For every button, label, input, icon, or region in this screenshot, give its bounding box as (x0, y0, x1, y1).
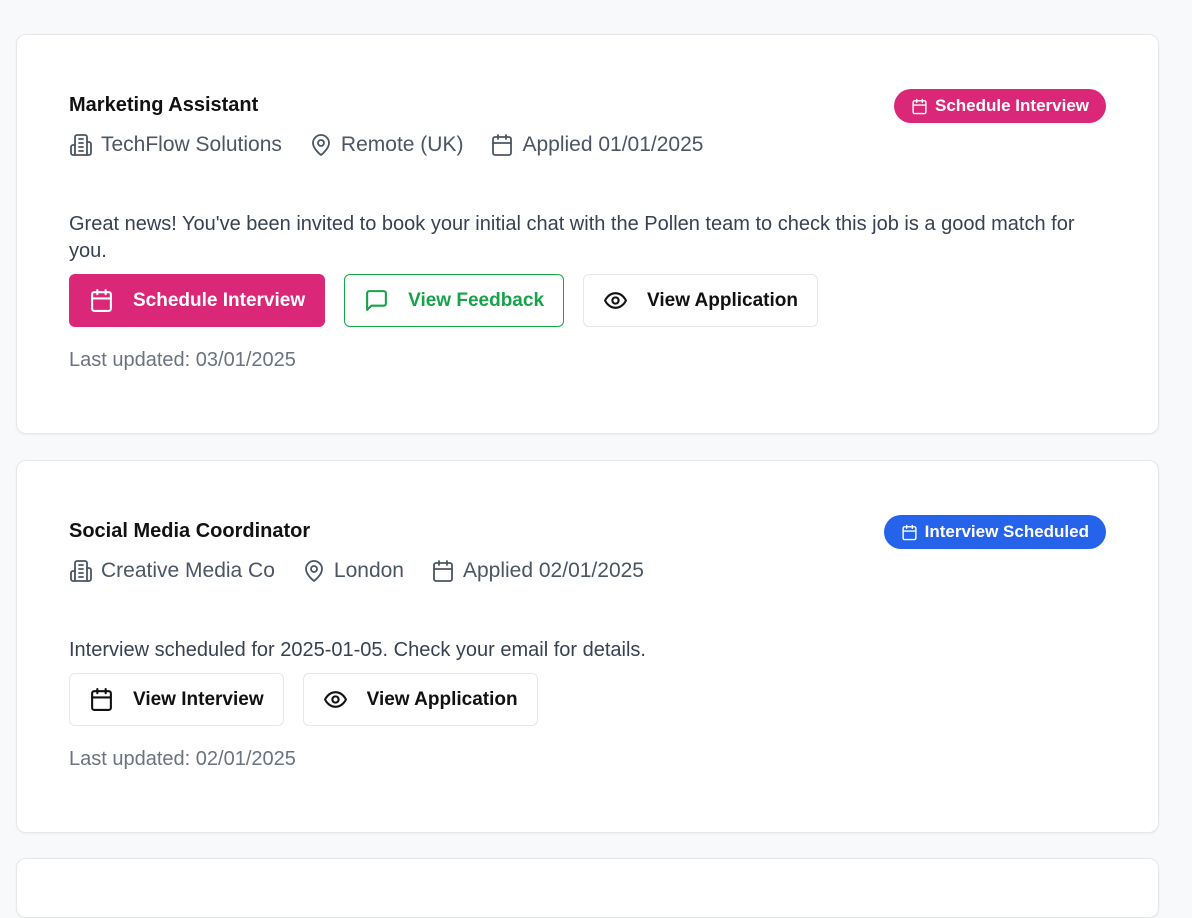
location-text: London (333, 559, 404, 582)
last-updated: Last updated: 03/01/2025 (69, 349, 296, 371)
applied-date-text: Applied 01/01/2025 (522, 133, 704, 156)
status-message: Interview scheduled for 2025-01-05. Chec… (69, 639, 646, 661)
button-label: View Interview (133, 688, 264, 710)
schedule-interview-button[interactable]: Schedule Interview (69, 274, 326, 327)
eye-icon (323, 691, 347, 708)
view-application-button[interactable]: View Application (583, 274, 818, 327)
company: Creative Media Co (69, 557, 275, 585)
building-icon (70, 134, 92, 156)
job-meta: TechFlow Solutions Remote (UK) Applied 0… (69, 131, 730, 159)
status-badge-label: Interview Scheduled (924, 522, 1089, 541)
job-title: Social Media Coordinator (69, 520, 311, 542)
button-label: View Application (366, 688, 518, 710)
status-badge: Interview Scheduled (883, 515, 1106, 549)
application-card: Social Media Coordinator Interview Sched… (16, 460, 1159, 833)
location-text: Remote (UK) (340, 133, 464, 156)
eye-icon (604, 292, 627, 309)
last-updated: Last updated: 02/01/2025 (69, 748, 296, 770)
location: Remote (UK) (309, 131, 464, 159)
applied-date: Applied 02/01/2025 (431, 557, 644, 585)
building-icon (70, 560, 92, 582)
company-name: Creative Media Co (101, 559, 275, 582)
action-buttons: View Interview View Application (69, 673, 538, 726)
job-title: Marketing Assistant (69, 94, 259, 116)
action-buttons: Schedule Interview View Feedback View Ap… (69, 274, 818, 327)
calendar-icon (91, 289, 112, 312)
job-meta: Creative Media Co London Applied 02/01/2… (69, 557, 671, 585)
button-label: View Application (647, 289, 798, 311)
application-card: Marketing Assistant Schedule Interview T… (16, 34, 1159, 434)
calendar-icon (492, 134, 513, 156)
applied-date-text: Applied 02/01/2025 (462, 559, 644, 582)
calendar-icon (433, 560, 453, 582)
view-interview-button[interactable]: View Interview (69, 673, 284, 726)
status-message: Great news! You've been invited to book … (69, 213, 1075, 262)
view-feedback-button[interactable]: View Feedback (344, 274, 565, 327)
view-application-button[interactable]: View Application (302, 673, 538, 726)
location: London (302, 557, 404, 585)
map-pin-icon (312, 134, 330, 156)
status-badge: Schedule Interview (894, 89, 1106, 123)
applied-date: Applied 01/01/2025 (490, 131, 703, 159)
company-name: TechFlow Solutions (101, 133, 282, 156)
button-label: View Feedback (408, 289, 545, 311)
map-pin-icon (305, 560, 323, 582)
calendar-icon (912, 98, 927, 114)
button-label: Schedule Interview (133, 289, 306, 311)
application-card (16, 858, 1159, 918)
message-square-icon (366, 290, 388, 311)
calendar-icon (902, 524, 917, 540)
calendar-icon (91, 688, 112, 711)
status-badge-label: Schedule Interview (935, 96, 1089, 115)
company: TechFlow Solutions (69, 131, 282, 159)
